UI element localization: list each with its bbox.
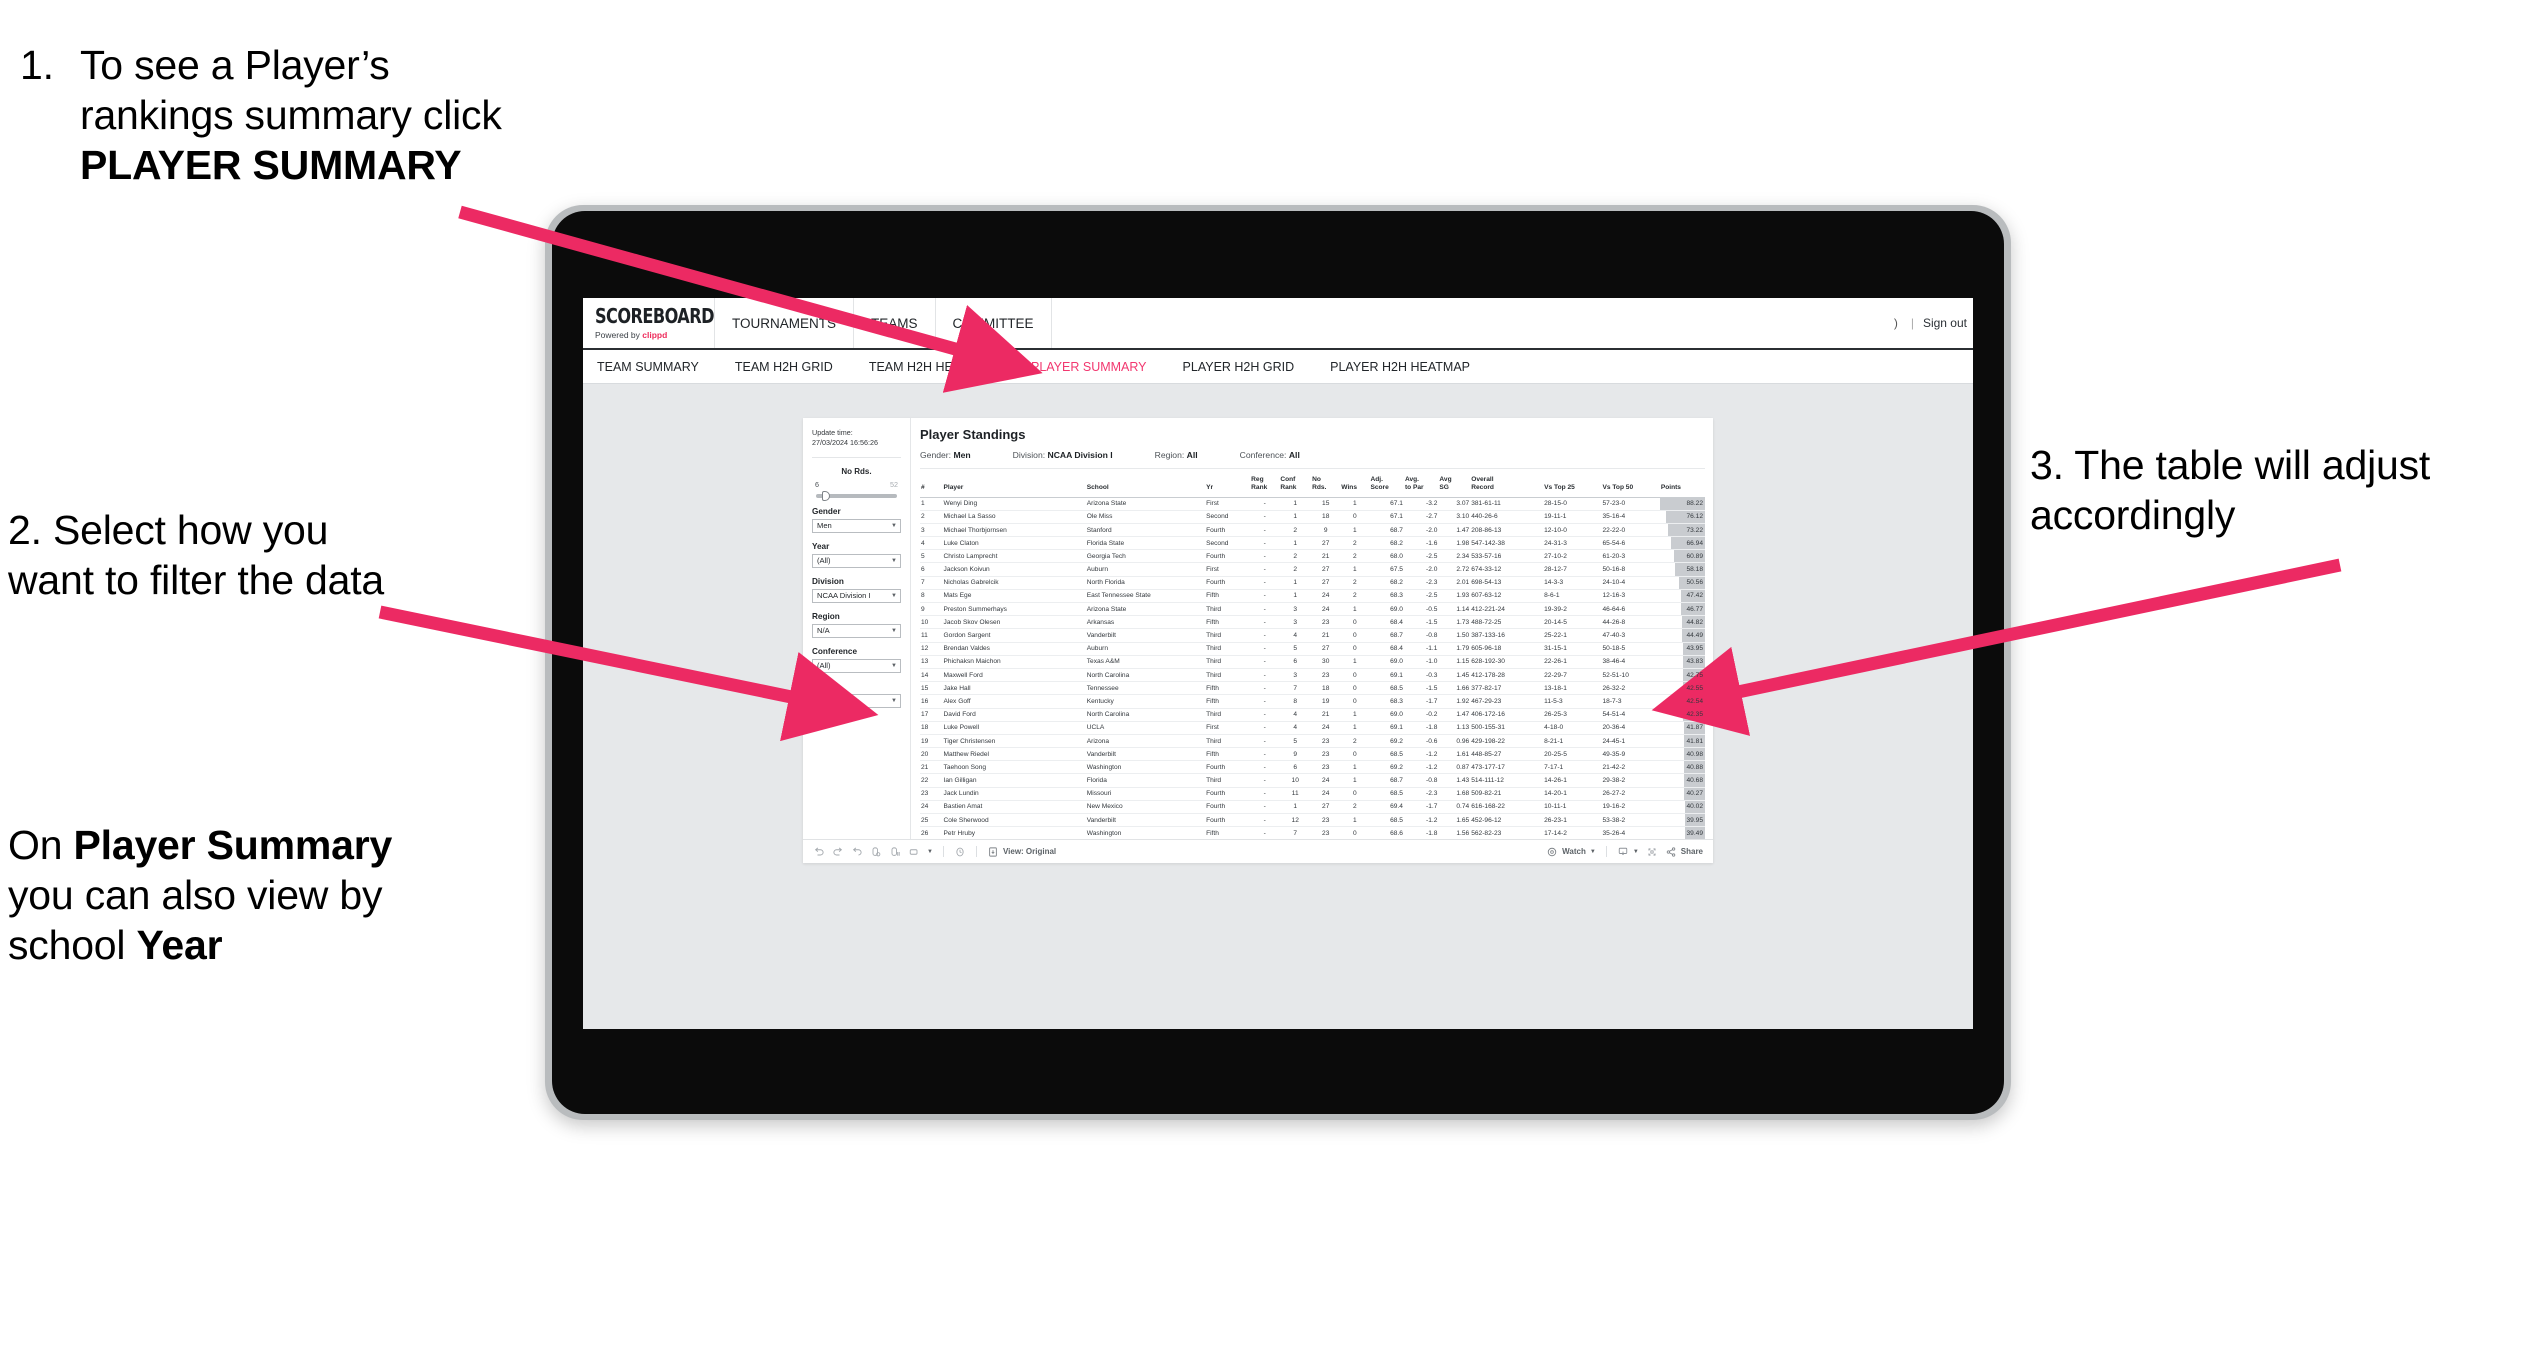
arrow-to-filter-panel (378, 605, 879, 742)
points-value: 41.81 (1686, 737, 1703, 745)
points-value: 50.56 (1686, 579, 1703, 587)
points-value: 41.87 (1686, 724, 1703, 732)
arrow-to-table (1651, 558, 2342, 736)
points-value: 40.98 (1686, 750, 1703, 758)
points-value: 40.88 (1686, 763, 1703, 771)
points-value: 43.95 (1686, 645, 1703, 653)
points-value: 73.22 (1686, 526, 1703, 534)
points-value: 42.55 (1686, 684, 1703, 692)
points-value: 47.42 (1686, 592, 1703, 600)
points-value: 44.82 (1686, 618, 1703, 626)
points-value: 40.27 (1686, 790, 1703, 798)
points-value: 42.35 (1686, 711, 1703, 719)
points-value: 58.18 (1686, 566, 1703, 574)
points-value: 44.49 (1686, 632, 1703, 639)
points-value: 39.49 (1686, 829, 1703, 837)
points-value: 39.95 (1686, 816, 1703, 824)
points-value: 40.02 (1686, 803, 1703, 811)
annotation-arrows (378, 205, 2342, 742)
points-value: 46.77 (1686, 605, 1703, 613)
slide-canvas: 1. To see a Player’s rankings summary cl… (0, 0, 2526, 1359)
points-value: 42.75 (1686, 671, 1703, 679)
points-value: 60.89 (1686, 552, 1703, 560)
points-value: 43.83 (1686, 658, 1703, 666)
arrow-to-player-summary (458, 205, 1043, 393)
points-value: 42.54 (1686, 697, 1703, 705)
points-value: 66.94 (1686, 539, 1703, 547)
points-value: 88.22 (1686, 500, 1703, 508)
points-value: 40.68 (1686, 777, 1703, 785)
points-value: 76.12 (1686, 513, 1703, 521)
